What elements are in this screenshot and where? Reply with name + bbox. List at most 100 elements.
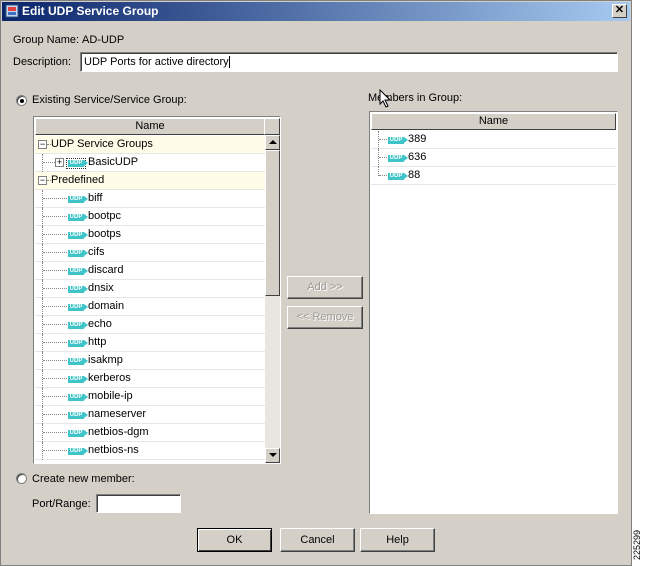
tree-connector	[379, 175, 387, 176]
tree-connector	[42, 154, 43, 172]
tree-group-label: Predefined	[51, 174, 105, 186]
ok-button[interactable]: OK	[197, 528, 272, 552]
edit-udp-service-group-dialog: Edit UDP Service Group ✕ Group Name: AD-…	[0, 0, 632, 566]
udp-service-icon: UDP	[68, 268, 88, 275]
tree-item-row[interactable]: UDP http	[35, 334, 265, 352]
vertical-scrollbar[interactable]	[265, 135, 280, 463]
tree-connector	[43, 270, 67, 271]
tree-connector	[42, 334, 43, 352]
port-range-input[interactable]	[96, 494, 181, 513]
tree-item-label: discard	[88, 264, 124, 276]
remove-button[interactable]: << Remove	[287, 306, 363, 329]
tree-connector	[43, 396, 67, 397]
tree-group-row[interactable]: − UDP Service Groups	[35, 136, 265, 154]
collapse-icon[interactable]: −	[38, 140, 47, 149]
tree-item-row[interactable]: UDP nameserver	[35, 406, 265, 424]
text-cursor	[229, 56, 230, 68]
cancel-button[interactable]: Cancel	[280, 528, 355, 552]
scroll-down-button[interactable]	[265, 448, 280, 463]
tree-item-row[interactable]: UDP netbios-dgm	[35, 424, 265, 442]
window-title: Edit UDP Service Group	[22, 4, 159, 18]
udp-service-icon: UDP	[68, 322, 88, 329]
member-row[interactable]: UDP 88	[371, 167, 616, 185]
tree-item-label: cifs	[88, 246, 105, 258]
tree-item-row[interactable]: UDP mobile-ip	[35, 388, 265, 406]
tree-connector	[42, 226, 43, 244]
udp-group-icon: UDP	[66, 158, 88, 169]
tree-item-label: netbios-dgm	[88, 426, 149, 438]
expand-icon[interactable]: +	[55, 158, 64, 167]
tree-connector	[43, 432, 67, 433]
member-row[interactable]: UDP 389	[371, 131, 616, 149]
existing-service-label: Existing Service/Service Group:	[32, 94, 187, 106]
tree-item-label: bootps	[88, 228, 122, 240]
tree-item-row[interactable]: UDP isakmp	[35, 352, 265, 370]
member-row[interactable]: UDP 636	[371, 149, 616, 167]
tree-connector	[43, 198, 67, 199]
help-button[interactable]: Help	[360, 528, 435, 552]
description-text: UDP Ports for active directory	[84, 56, 229, 68]
tree-connector	[42, 190, 43, 208]
tree-item-label: nameserver	[88, 408, 147, 420]
tree-connector	[42, 406, 43, 424]
udp-service-icon: UDP	[388, 137, 408, 144]
tree-connector	[379, 157, 387, 158]
udp-service-icon: UDP	[68, 250, 88, 257]
udp-service-icon: UDP	[68, 448, 88, 455]
udp-service-icon: UDP	[68, 358, 88, 365]
create-new-member-radio[interactable]	[16, 473, 27, 484]
collapse-icon[interactable]: −	[38, 176, 47, 185]
tree-item-row[interactable]: UDP biff	[35, 190, 265, 208]
udp-service-icon: UDP	[68, 286, 88, 293]
tree-item-row[interactable]: UDP bootps	[35, 226, 265, 244]
tree-connector	[42, 352, 43, 370]
tree-item-label: netbios-ns	[88, 444, 139, 456]
tree-item-row[interactable]: + UDP BasicUDP	[35, 154, 265, 172]
tree-connector	[43, 252, 67, 253]
tree-item-row[interactable]: UDP kerberos	[35, 370, 265, 388]
mouse-pointer-icon	[379, 89, 392, 108]
app-icon	[5, 4, 19, 18]
radio-selected-dot	[20, 99, 24, 103]
tree-connector	[378, 149, 379, 167]
members-name-column-header[interactable]: Name	[371, 113, 616, 130]
tree-item-label: bootpc	[88, 210, 122, 222]
udp-service-icon: UDP	[68, 430, 88, 437]
udp-service-icon: UDP	[68, 304, 88, 311]
tree-connector	[379, 139, 387, 140]
member-label: 389	[408, 133, 427, 145]
tree-item-label: isakmp	[88, 354, 123, 366]
tree-item-row[interactable]: UDP dnsix	[35, 280, 265, 298]
description-label: Description:	[13, 56, 72, 68]
scroll-thumb[interactable]	[265, 150, 280, 296]
udp-service-icon: UDP	[68, 376, 88, 383]
tree-group-row[interactable]: − Predefined	[35, 172, 265, 190]
tree-item-row[interactable]: UDP bootpc	[35, 208, 265, 226]
description-input[interactable]: UDP Ports for active directory	[80, 52, 618, 72]
tree-connector	[43, 342, 67, 343]
members-table: Name UDP 389 UDP 636 UDP 88	[369, 111, 618, 514]
tree-item-row[interactable]: UDP echo	[35, 316, 265, 334]
tree-connector	[43, 378, 67, 379]
udp-service-icon: UDP	[68, 196, 88, 203]
existing-services-table: Name − UDP Service Groups + UDP BasicUDP − Pre…	[33, 116, 281, 464]
udp-service-icon: UDP	[68, 340, 88, 347]
add-button[interactable]: Add >>	[287, 276, 363, 299]
udp-service-icon: UDP	[68, 232, 88, 239]
tree-item-row[interactable]: UDP domain	[35, 298, 265, 316]
tree-item-label: domain	[88, 300, 125, 312]
name-column-header[interactable]: Name	[35, 118, 265, 135]
tree-item-row[interactable]: UDP cifs	[35, 244, 265, 262]
tree-connector	[43, 306, 67, 307]
existing-service-radio[interactable]	[16, 95, 27, 106]
tree-connector	[43, 450, 67, 451]
tree-item-row[interactable]: UDP netbios-ns	[35, 442, 265, 460]
scroll-up-button[interactable]	[265, 135, 280, 150]
tree-item-row[interactable]: UDP discard	[35, 262, 265, 280]
tree-item-label: dnsix	[88, 282, 114, 294]
tree-connector	[42, 316, 43, 334]
udp-service-icon: UDP	[68, 412, 88, 419]
tree-item-label: echo	[88, 318, 112, 330]
member-label: 636	[408, 151, 427, 163]
close-button[interactable]: ✕	[612, 4, 627, 18]
